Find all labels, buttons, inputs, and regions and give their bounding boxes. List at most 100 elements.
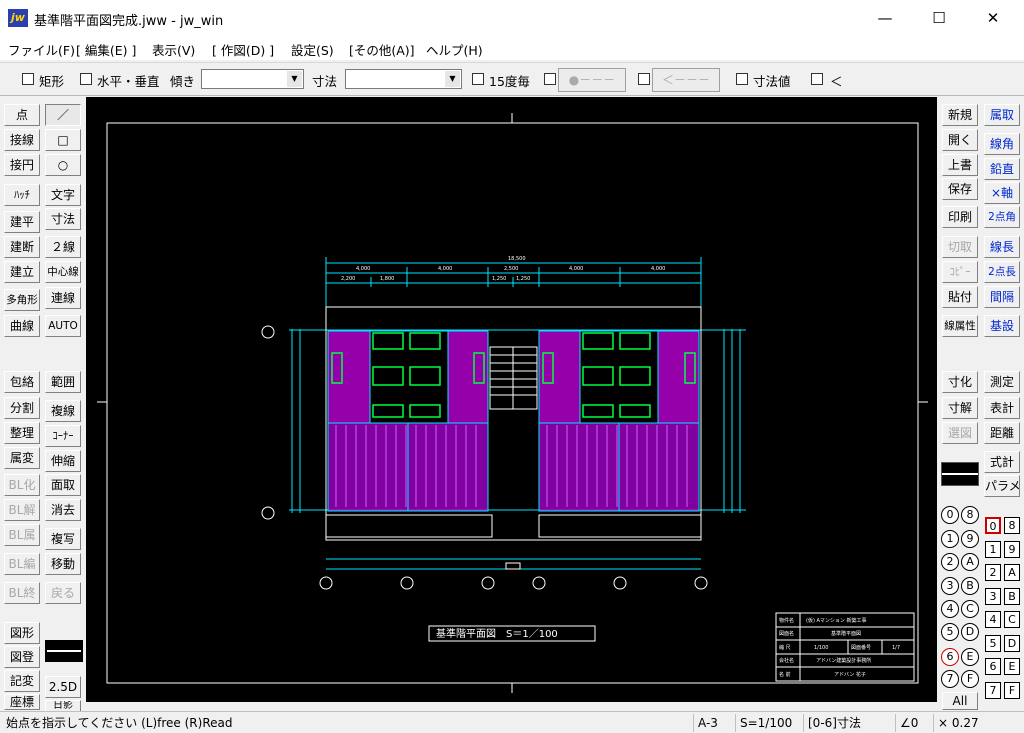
- tool-attribute-get[interactable]: 属取: [984, 104, 1020, 126]
- tool-coordinate[interactable]: 座標: [4, 694, 40, 710]
- layer-1[interactable]: 1: [985, 541, 1001, 558]
- layer-f[interactable]: F: [1004, 682, 1020, 699]
- tool-rectangle[interactable]: □: [45, 129, 81, 151]
- tool-tangent-circle[interactable]: 接円: [4, 154, 40, 176]
- status-paper-size[interactable]: A-3: [693, 714, 735, 732]
- tool-formula-calc[interactable]: 式計: [984, 451, 1020, 473]
- tool-attribute-change[interactable]: 属変: [4, 447, 40, 469]
- status-scale[interactable]: S=1/100: [735, 714, 803, 732]
- dimension-value-checkbox[interactable]: [736, 73, 748, 85]
- menu-edit[interactable]: [ 編集(E) ]: [76, 40, 136, 59]
- tool-double-line[interactable]: ２線: [45, 236, 81, 258]
- tool-curve[interactable]: 曲線: [4, 315, 40, 337]
- tool-center-line[interactable]: 中心線: [45, 261, 81, 283]
- tool-building-section[interactable]: 建断: [4, 236, 40, 258]
- tool-point[interactable]: 点: [4, 104, 40, 126]
- tool-dimension[interactable]: 寸法: [45, 208, 81, 230]
- tool-base-setting[interactable]: 基設: [984, 315, 1020, 337]
- layer-group-e[interactable]: E: [961, 648, 979, 666]
- tool-two-point-angle[interactable]: 2点角: [984, 206, 1020, 228]
- menu-file[interactable]: ファイル(F): [8, 40, 75, 59]
- tool-hatch[interactable]: ﾊｯﾁ: [4, 184, 40, 206]
- tool-copy[interactable]: 複写: [45, 528, 81, 550]
- layer-a[interactable]: A: [1004, 564, 1020, 581]
- tool-organize[interactable]: 整理: [4, 422, 40, 444]
- layer-group-9[interactable]: 9: [961, 530, 979, 548]
- tool-shape[interactable]: 図形: [4, 622, 40, 644]
- tilt-combo[interactable]: ▼: [201, 69, 304, 89]
- layer-3[interactable]: 3: [985, 588, 1001, 605]
- tool-overwrite[interactable]: 上書: [942, 154, 978, 176]
- layer-e[interactable]: E: [1004, 658, 1020, 675]
- tool-line[interactable]: ／: [45, 104, 81, 126]
- horizontal-vertical-checkbox[interactable]: [80, 73, 92, 85]
- layer-group-c[interactable]: C: [961, 600, 979, 618]
- tool-block-end[interactable]: BL終: [4, 582, 40, 604]
- layer-group-1[interactable]: 1: [941, 530, 959, 548]
- status-layer[interactable]: [0-6]寸法: [803, 714, 895, 732]
- tool-building-plan[interactable]: 建平: [4, 211, 40, 233]
- layer-4[interactable]: 4: [985, 611, 1001, 628]
- tool-continuous-line[interactable]: 連線: [45, 287, 81, 309]
- tool-measure[interactable]: 測定: [984, 371, 1020, 393]
- tool-line-attribute[interactable]: 線属性: [942, 315, 978, 337]
- layer-group-f[interactable]: F: [961, 670, 979, 688]
- tool-polygon[interactable]: 多角形: [4, 289, 40, 311]
- tool-paste[interactable]: 貼付: [942, 286, 978, 308]
- layer-5[interactable]: 5: [985, 635, 1001, 652]
- menu-help[interactable]: ヘルプ(H): [426, 40, 483, 59]
- layer-6[interactable]: 6: [985, 658, 1001, 675]
- tool-text-change[interactable]: 記変: [4, 670, 40, 692]
- layer-group-7[interactable]: 7: [941, 670, 959, 688]
- tool-dimension-release[interactable]: 寸解: [942, 397, 978, 419]
- tool-dimension-convert[interactable]: 寸化: [942, 371, 978, 393]
- arrow-line-button[interactable]: ＜－－－: [652, 68, 720, 92]
- tool-cut[interactable]: 切取: [942, 236, 978, 258]
- tool-building-elevation[interactable]: 建立: [4, 261, 40, 283]
- less-than-checkbox[interactable]: [811, 73, 823, 85]
- tool-spacing[interactable]: 間隔: [984, 286, 1020, 308]
- layer-7[interactable]: 7: [985, 682, 1001, 699]
- menu-draw[interactable]: [ 作図(D) ]: [212, 40, 274, 59]
- layer-0[interactable]: 0: [985, 517, 1001, 534]
- tool-corner[interactable]: ｺｰﾅｰ: [45, 425, 81, 447]
- tool-divide[interactable]: 分割: [4, 397, 40, 419]
- tool-x-axis[interactable]: ×軸: [984, 182, 1020, 204]
- tool-parameter[interactable]: パラメ: [984, 475, 1020, 497]
- tool-undo[interactable]: 戻る: [45, 582, 81, 604]
- tool-new[interactable]: 新規: [942, 104, 978, 126]
- tool-table-calc[interactable]: 表計: [984, 397, 1020, 419]
- drawing-canvas[interactable]: 18,500 4,000 4,000 2,500 4,000 4,000 2,2…: [86, 97, 937, 702]
- tool-chamfer[interactable]: 面取: [45, 474, 81, 496]
- tool-range[interactable]: 範囲: [45, 371, 81, 393]
- maximize-button[interactable]: ☐: [916, 0, 962, 36]
- menu-view[interactable]: 表示(V): [152, 40, 195, 59]
- layer-group-0[interactable]: 0: [941, 506, 959, 524]
- layer-2[interactable]: 2: [985, 564, 1001, 581]
- tool-block-edit[interactable]: BL編: [4, 553, 40, 575]
- point-mode-checkbox[interactable]: [544, 73, 556, 85]
- tool-copy-clipboard[interactable]: ｺﾋﾟｰ: [942, 261, 978, 283]
- status-zoom[interactable]: × 0.27: [933, 714, 993, 732]
- tool-distance[interactable]: 距離: [984, 422, 1020, 444]
- close-button[interactable]: ✕: [970, 0, 1016, 36]
- tool-stretch[interactable]: 伸縮: [45, 450, 81, 472]
- tool-block-attribute[interactable]: BL属: [4, 524, 40, 546]
- tool-save[interactable]: 保存: [942, 178, 978, 200]
- layer-group-3[interactable]: 3: [941, 577, 959, 595]
- layer-group-b[interactable]: B: [961, 577, 979, 595]
- tool-offset[interactable]: 複線: [45, 400, 81, 422]
- tool-tangent-line[interactable]: 接線: [4, 129, 40, 151]
- layer-group-d[interactable]: D: [961, 623, 979, 641]
- tool-block-release[interactable]: BL解: [4, 499, 40, 521]
- layer-d[interactable]: D: [1004, 635, 1020, 652]
- tool-text[interactable]: 文字: [45, 184, 81, 206]
- rect-checkbox[interactable]: [22, 73, 34, 85]
- tool-two-point-length[interactable]: 2点長: [984, 261, 1020, 283]
- layer-group-4[interactable]: 4: [941, 600, 959, 618]
- layer-group-2[interactable]: 2: [941, 553, 959, 571]
- tool-shape-register[interactable]: 図登: [4, 646, 40, 668]
- tool-select-drawing[interactable]: 選図: [942, 422, 978, 444]
- tool-circle[interactable]: ○: [45, 154, 81, 176]
- tool-auto[interactable]: AUTO: [45, 315, 81, 337]
